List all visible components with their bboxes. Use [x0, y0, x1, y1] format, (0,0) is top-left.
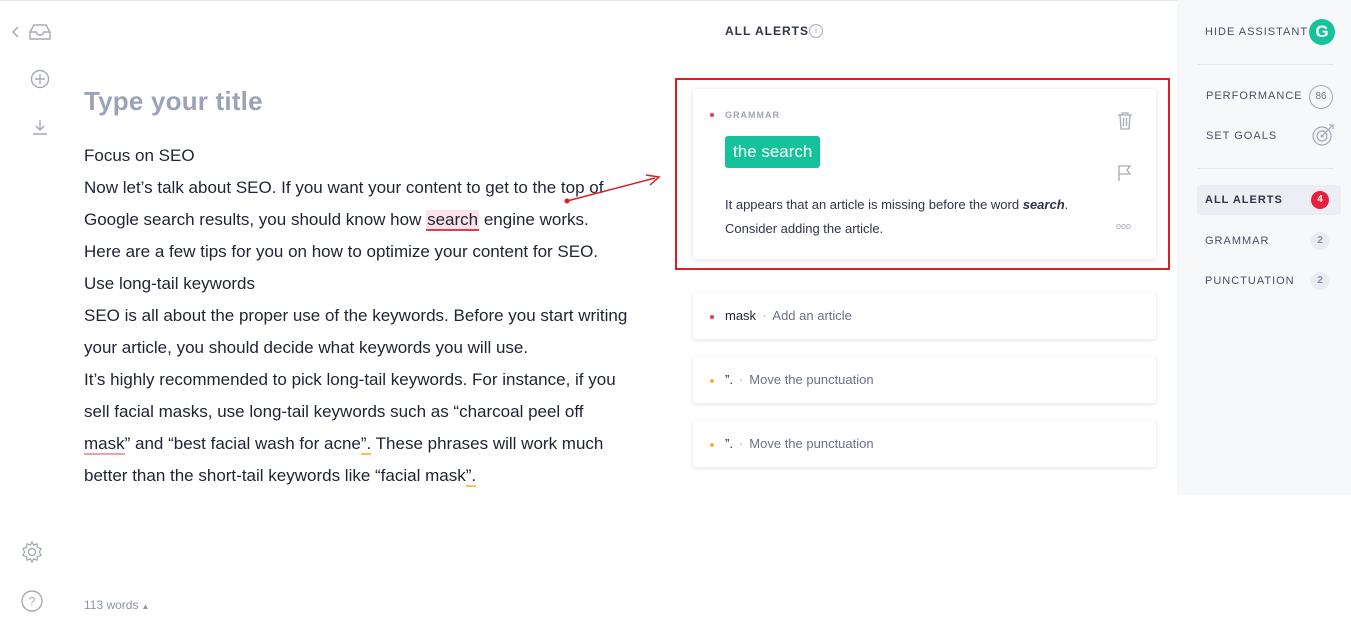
alert-card[interactable]: mask · Add an article — [693, 293, 1156, 339]
download-icon[interactable] — [30, 117, 50, 137]
svg-text:?: ? — [29, 595, 36, 609]
alert-description: Move the punctuation — [749, 436, 874, 451]
nav-item-grammar[interactable]: GRAMMAR — [1205, 235, 1269, 247]
alert-description: Add an article — [772, 308, 852, 323]
word-count[interactable]: 113 words ▲ — [84, 598, 149, 612]
text-run: ” and “best facial wash for acne — [124, 434, 361, 453]
paragraph: Use long-tail keywords — [84, 274, 256, 293]
separator: · — [738, 372, 744, 387]
document-title-input[interactable]: Type your title — [84, 86, 263, 117]
nav-label-all-alerts: ALL ALERTS — [1205, 194, 1283, 206]
editor-body[interactable]: Focus on SEO Now let’s talk about SEO. I… — [84, 140, 629, 492]
warning-dot — [710, 443, 714, 447]
highlighted-error-search[interactable]: search — [426, 210, 480, 231]
grammar-count-badge: 2 — [1311, 232, 1329, 250]
paragraph: Now let’s talk about SEO. If you want yo… — [84, 172, 629, 268]
alert-word: mask — [725, 308, 757, 323]
performance-link[interactable]: PERFORMANCE — [1206, 90, 1303, 102]
paragraph: Focus on SEO — [84, 146, 195, 165]
alert-description: Move the punctuation — [749, 372, 874, 387]
underlined-punctuation-1[interactable]: ”. — [360, 434, 372, 455]
annotation-arrow — [564, 174, 661, 204]
caret-up-icon: ▲ — [141, 602, 150, 611]
word-count-label: 113 words — [84, 598, 139, 612]
set-goals-link[interactable]: SET GOALS — [1206, 130, 1277, 142]
annotation-highlight-box — [675, 78, 1170, 270]
divider — [1198, 168, 1334, 169]
back-chevron-icon[interactable] — [10, 25, 22, 39]
punctuation-count-badge: 2 — [1311, 272, 1329, 290]
hide-assistant-button[interactable]: HIDE ASSISTANT — [1205, 26, 1308, 38]
grammarly-logo[interactable]: G — [1309, 19, 1335, 45]
alert-summary: mask · Add an article — [725, 308, 852, 323]
paragraph: SEO is all about the proper use of the k… — [84, 306, 628, 357]
alert-card[interactable]: ”. · Move the punctuation — [693, 357, 1156, 403]
info-icon[interactable]: i — [809, 24, 823, 38]
help-icon[interactable]: ? — [20, 589, 44, 613]
add-document-icon[interactable] — [29, 68, 51, 90]
target-icon[interactable] — [1311, 123, 1335, 152]
alert-summary: ”. · Move the punctuation — [725, 436, 874, 451]
alert-word: ”. — [725, 372, 733, 387]
separator: · — [738, 436, 744, 451]
all-alerts-count-badge: 4 — [1311, 191, 1329, 209]
alert-word: ”. — [725, 436, 733, 451]
underlined-punctuation-2[interactable]: ”. — [465, 466, 477, 487]
performance-score[interactable]: 86 — [1309, 85, 1333, 109]
alerts-header: ALL ALERTS — [725, 24, 809, 38]
inbox-icon[interactable] — [27, 22, 53, 42]
divider — [1198, 64, 1334, 65]
underlined-error-mask[interactable]: mask — [84, 434, 125, 455]
paragraph: It’s highly recommended to pick long-tai… — [84, 364, 629, 492]
top-border — [0, 0, 1351, 1]
warning-dot — [710, 379, 714, 383]
settings-gear-icon[interactable] — [19, 539, 45, 565]
error-dot — [710, 315, 714, 319]
nav-item-punctuation[interactable]: PUNCTUATION — [1205, 275, 1295, 287]
alert-card[interactable]: ”. · Move the punctuation — [693, 421, 1156, 467]
separator: · — [762, 308, 767, 323]
alert-summary: ”. · Move the punctuation — [725, 372, 874, 387]
text-run: It’s highly recommended to pick long-tai… — [84, 370, 616, 421]
